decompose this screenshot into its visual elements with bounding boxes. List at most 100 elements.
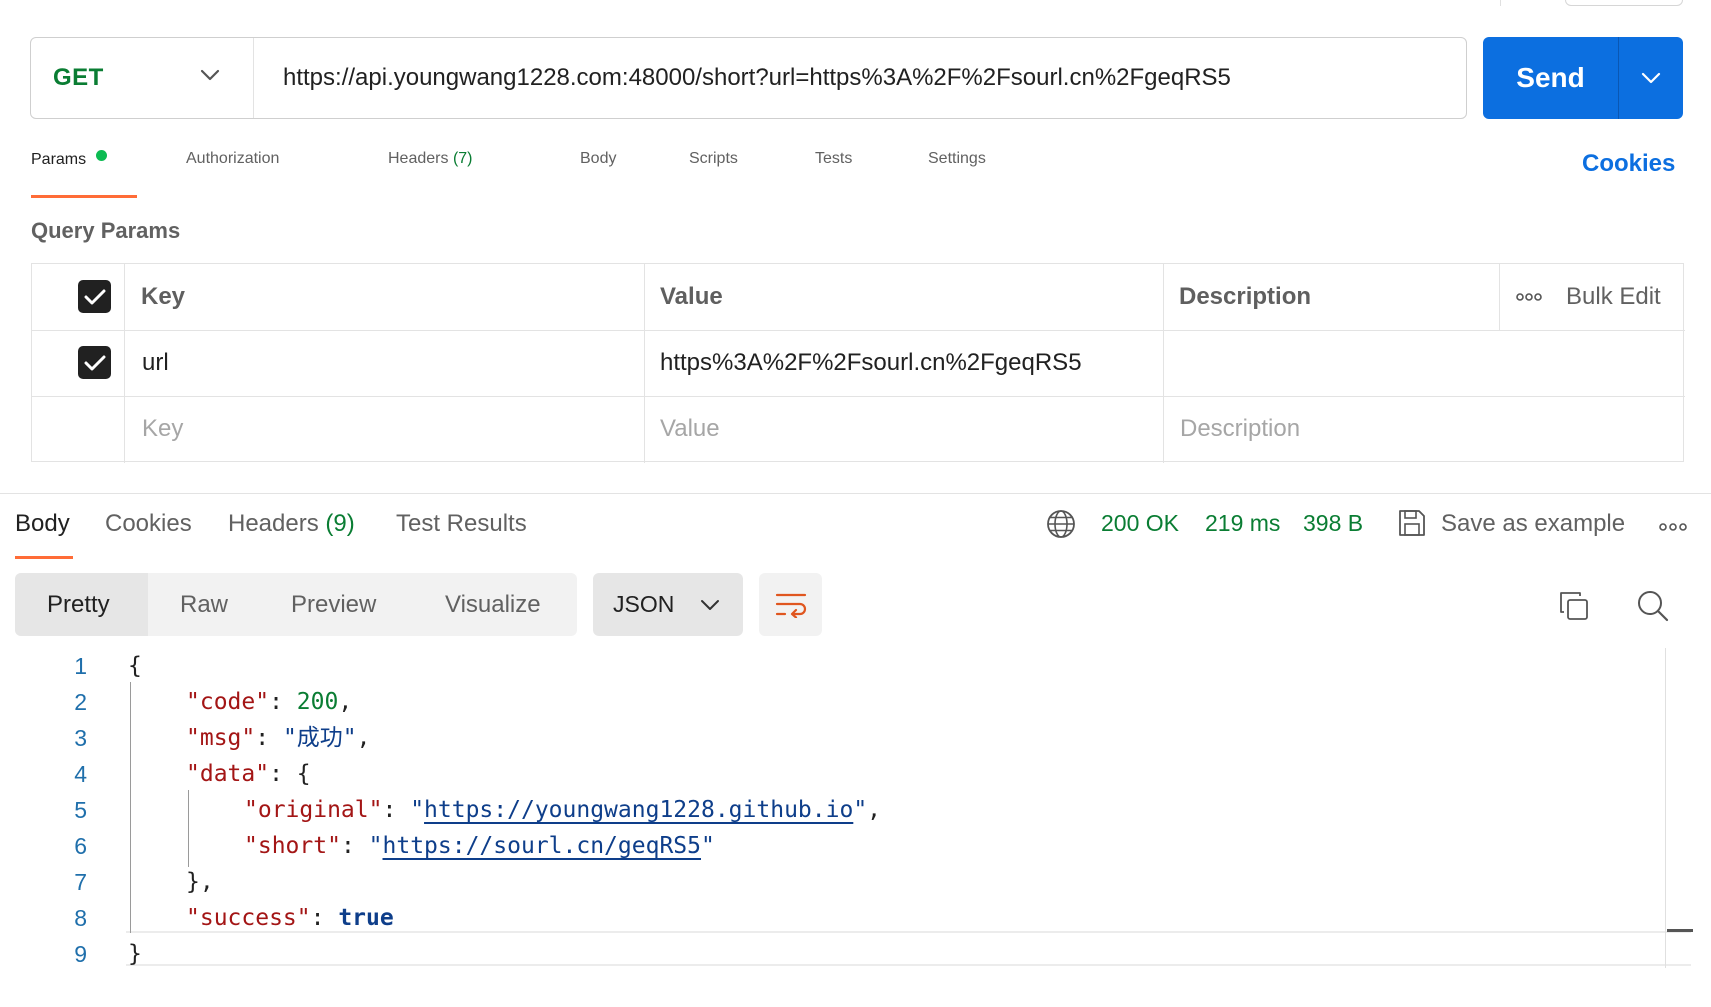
code-line: 3 "msg": "成功", (0, 720, 1711, 756)
tab-settings[interactable]: Settings (928, 150, 986, 168)
request-bar: GET (30, 37, 1467, 119)
json-brace: } (128, 941, 142, 967)
new-param-value-input[interactable]: Value (660, 396, 720, 462)
more-horizontal-icon (1659, 523, 1687, 531)
send-button[interactable]: Send (1483, 37, 1618, 119)
response-tab-headers-count: (9) (325, 510, 355, 537)
response-tab-headers-label: Headers (228, 510, 319, 537)
col-header-value: Value (660, 283, 723, 310)
tab-scripts[interactable]: Scripts (689, 150, 738, 168)
code-line: 9 } (0, 936, 1711, 972)
tab-headers-label: Headers (388, 150, 449, 167)
json-key: "msg" (186, 725, 256, 751)
more-horizontal-icon (1516, 293, 1542, 301)
col-divider (1499, 264, 1500, 330)
more-options-button[interactable] (1516, 264, 1542, 330)
line-number: 2 (74, 689, 87, 715)
view-preview[interactable]: Preview (291, 573, 376, 636)
save-as-example-button[interactable]: Save as example (1441, 510, 1625, 538)
wrap-lines-icon (775, 593, 806, 618)
params-table: Key Value Description Bulk Edit url http… (31, 263, 1685, 463)
chevron-down-icon (200, 69, 220, 81)
col-divider (124, 264, 125, 463)
chevron-down-icon (1641, 72, 1661, 84)
response-status[interactable]: 200 OK (1101, 510, 1179, 537)
format-select-label: JSON (613, 591, 675, 617)
line-number: 9 (74, 941, 87, 967)
search-icon (1638, 591, 1669, 622)
chevron-down-icon (701, 599, 720, 610)
view-visualize[interactable]: Visualize (445, 573, 541, 636)
code-line: 8 "success": true (0, 900, 1711, 936)
json-string: "成功" (282, 725, 357, 751)
save-icon (1397, 508, 1427, 543)
line-number: 5 (74, 797, 87, 823)
param-row-checkbox[interactable] (78, 346, 111, 379)
json-brace: { (296, 761, 311, 787)
response-tab-test-results[interactable]: Test Results (396, 510, 527, 538)
new-param-description-input[interactable]: Description (1180, 396, 1300, 462)
code-line: 6 "short": "https://sourl.cn/geqRS5" (0, 828, 1711, 864)
wrap-lines-button[interactable] (759, 573, 822, 636)
param-key-cell[interactable]: url (142, 330, 169, 396)
json-key: "code" (186, 689, 270, 715)
code-line: 7 }, (0, 864, 1711, 900)
method-label: GET (53, 64, 104, 91)
tab-authorization[interactable]: Authorization (186, 150, 279, 168)
line-number: 6 (74, 833, 87, 859)
top-control-edge[interactable] (1565, 0, 1683, 6)
params-active-dot (96, 150, 108, 161)
query-params-title: Query Params (31, 218, 181, 243)
checkmark-icon (84, 289, 105, 304)
json-link-short[interactable]: https://sourl.cn/geqRS5 (383, 833, 702, 859)
json-boolean: true (338, 905, 394, 931)
col-divider (644, 264, 645, 463)
response-tab-body[interactable]: Body (15, 510, 70, 538)
new-param-key-input[interactable]: Key (142, 396, 183, 462)
cookies-link[interactable]: Cookies (1582, 150, 1675, 178)
param-value-cell[interactable]: https%3A%2F%2Fsourl.cn%2FgeqRS5 (660, 330, 1082, 396)
json-key: "success" (186, 905, 311, 931)
json-number: 200 (296, 689, 339, 715)
top-divider (1500, 0, 1501, 6)
request-response-divider (0, 493, 1711, 494)
method-select[interactable]: GET (31, 38, 254, 118)
tab-body[interactable]: Body (580, 150, 616, 168)
tab-tests[interactable]: Tests (815, 150, 852, 168)
param-description-cell[interactable] (1180, 330, 1680, 396)
bulk-edit-button[interactable]: Bulk Edit (1566, 264, 1661, 330)
globe-icon[interactable] (1046, 509, 1076, 544)
json-key: "short" (244, 833, 341, 859)
json-link-original[interactable]: https://youngwang1228.github.io (424, 797, 853, 823)
row-divider (32, 396, 1685, 397)
line-number: 1 (74, 653, 87, 679)
json-key: "data" (186, 761, 270, 787)
send-options-button[interactable] (1619, 37, 1683, 119)
view-mode-segmented: Pretty Raw Preview Visualize (15, 573, 577, 636)
tab-active-underline (31, 195, 137, 198)
view-pretty[interactable]: Pretty (15, 573, 148, 636)
tab-params[interactable]: Params (31, 150, 108, 169)
search-button[interactable] (1636, 589, 1670, 628)
checkmark-icon (84, 355, 105, 370)
col-divider (1163, 264, 1164, 463)
response-more-button[interactable] (1659, 519, 1687, 537)
code-line: 2 "code": 200, (0, 684, 1711, 720)
json-key: "original" (244, 797, 383, 823)
response-time[interactable]: 219 ms (1205, 510, 1280, 537)
view-raw[interactable]: Raw (180, 573, 228, 636)
format-select[interactable]: JSON (593, 573, 743, 636)
response-size[interactable]: 398 B (1303, 510, 1363, 537)
copy-button[interactable] (1558, 590, 1590, 627)
select-all-checkbox[interactable] (78, 280, 111, 313)
code-line: 5 "original": "https://youngwang1228.git… (0, 792, 1711, 828)
response-tab-cookies[interactable]: Cookies (105, 510, 192, 538)
tab-headers[interactable]: Headers (7) (388, 150, 473, 168)
send-button-group: Send (1483, 37, 1683, 119)
response-tab-headers[interactable]: Headers (9) (228, 510, 355, 538)
url-input[interactable] (254, 38, 1466, 118)
code-line: 1 { (0, 648, 1711, 684)
line-number: 4 (74, 761, 87, 787)
copy-icon (1560, 592, 1588, 620)
json-brace: }, (186, 869, 214, 895)
